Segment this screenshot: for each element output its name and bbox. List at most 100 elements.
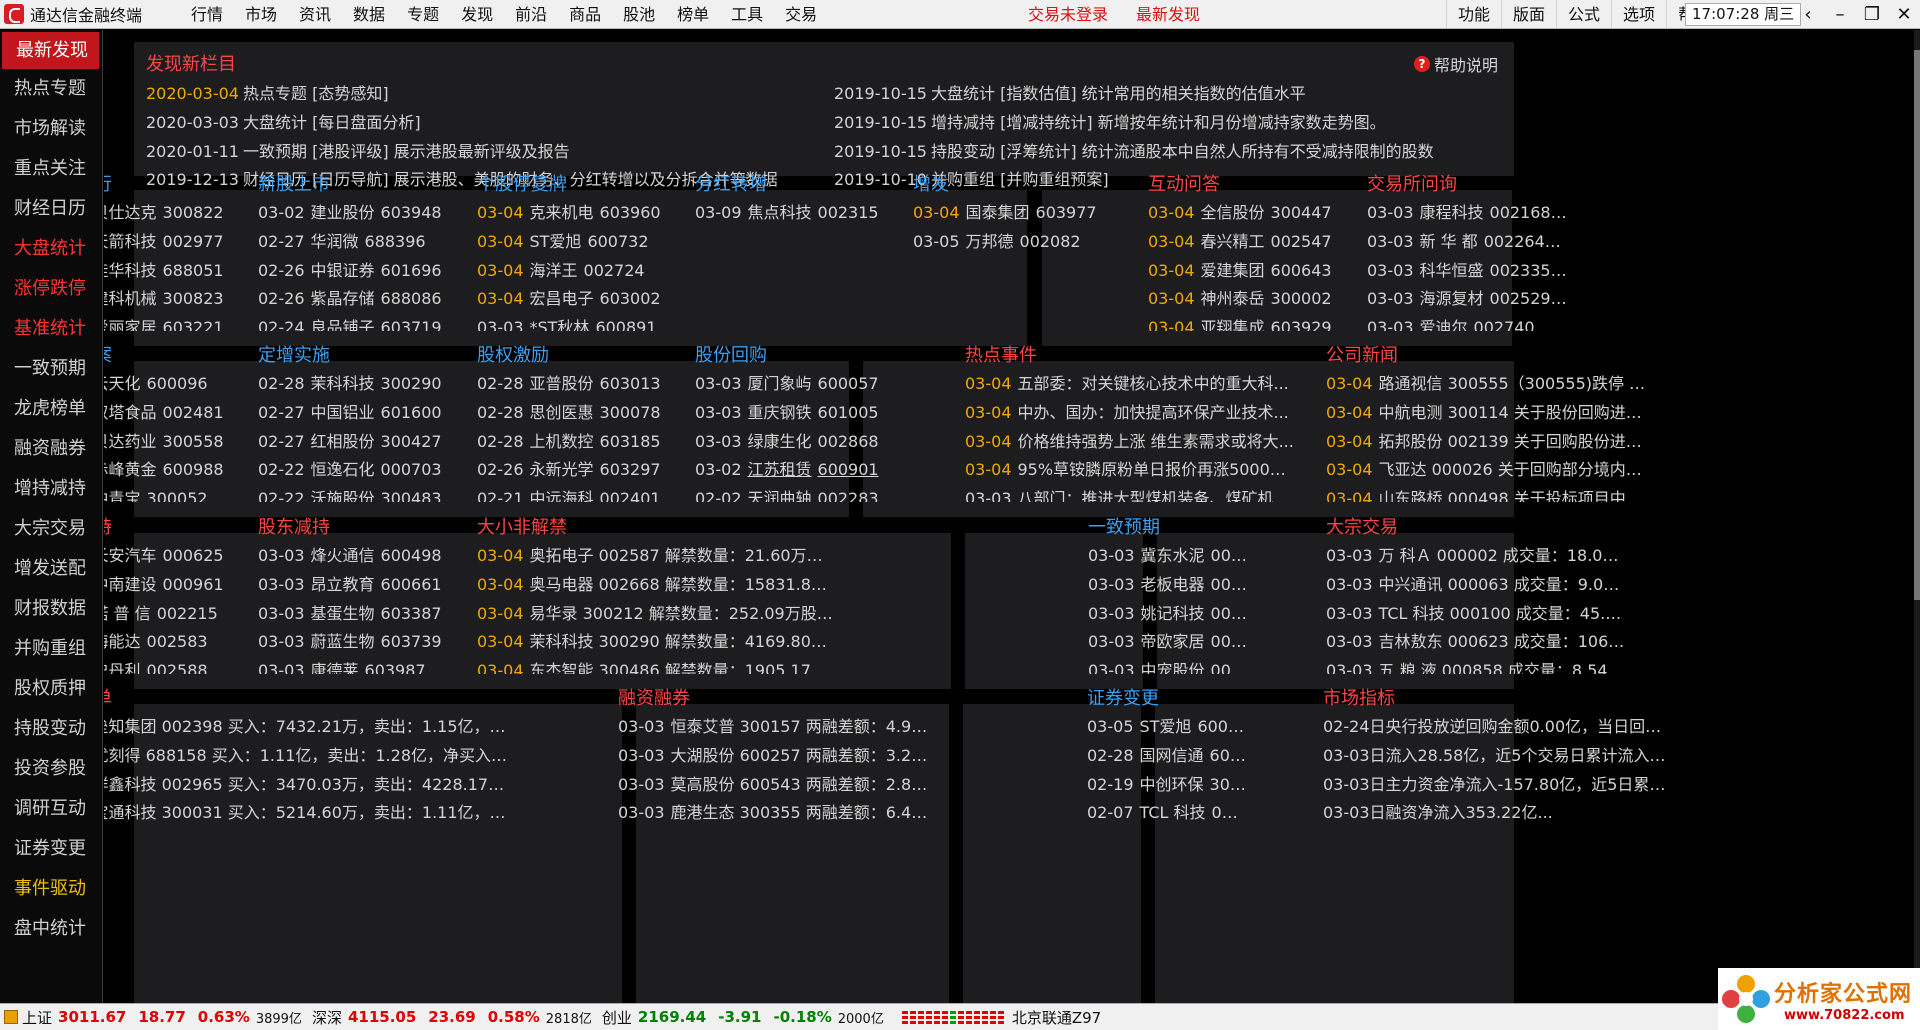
sidebar-item-2[interactable]: 市场解读 bbox=[0, 109, 102, 149]
list-item[interactable]: 02-19中创环保300056 bbox=[1087, 771, 1247, 800]
list-item[interactable]: 03-03爱迪尔002740关注函 bbox=[1367, 314, 1572, 331]
menu-item-9[interactable]: 榜单 bbox=[666, 0, 720, 29]
sidebar-item-22[interactable]: 盘中统计 bbox=[0, 909, 102, 949]
list-item[interactable]: 03-03 重庆钢铁 601005 bbox=[695, 399, 900, 428]
list-item[interactable]: 03-04 海洋王 002724 bbox=[477, 257, 682, 286]
close-icon[interactable]: ✕ bbox=[1888, 0, 1920, 29]
sidebar-item-18[interactable]: 投资参股 bbox=[0, 749, 102, 789]
discover-item[interactable]: 2020-03-04 热点专题 [态势感知] bbox=[146, 80, 826, 109]
section-title[interactable]: 增发 bbox=[913, 171, 1118, 199]
list-item[interactable]: 03-10佳华科技688051 bbox=[104, 257, 245, 286]
list-item[interactable]: 03-04 五部委：对关键核心技术中的重大科... bbox=[965, 370, 1295, 399]
list-item[interactable]: 03-04易华录 300212 解禁数量：252.09万股，原因：股权激励 bbox=[477, 600, 837, 629]
section-title[interactable]: 互动问答 bbox=[1148, 171, 1353, 199]
list-item[interactable]: 03-03帝欧家居002798 bbox=[1088, 628, 1248, 657]
section-title[interactable]: 融资融券 bbox=[618, 685, 936, 713]
list-item[interactable]: 03-03姚记科技002605 bbox=[1088, 600, 1248, 629]
right-menu-item-3[interactable]: 选项 bbox=[1611, 0, 1666, 29]
latest-discover-link[interactable]: 最新发现 bbox=[1136, 0, 1200, 29]
list-item[interactable]: 03-03优刻得 688158 买入：1.11亿，卖出：1.28亿，净买入：-1… bbox=[104, 742, 510, 771]
sidebar-item-13[interactable]: 增发送配 bbox=[0, 549, 102, 589]
list-item[interactable]: 02-24日央行投放逆回购金额0.00亿，当日回笼金额300... bbox=[1323, 713, 1673, 742]
list-item[interactable]: 03-04 价格维持强势上涨 维生素需求或将大... bbox=[965, 428, 1295, 457]
scrollbar-thumb[interactable] bbox=[1914, 50, 1920, 600]
section-title[interactable]: 龙虎榜单 bbox=[104, 685, 510, 713]
menu-item-5[interactable]: 发现 bbox=[450, 0, 504, 29]
sidebar-item-9[interactable]: 龙虎榜单 bbox=[0, 389, 102, 429]
list-item[interactable]: 03-04 全信股份 300447 bbox=[1148, 199, 1353, 228]
list-item[interactable]: 03-03 八部门：推进大型煤机装备、煤矿机... bbox=[965, 485, 1295, 502]
list-item[interactable]: 03-04 克来机电 603960 bbox=[477, 199, 682, 228]
sidebar-item-19[interactable]: 调研互动 bbox=[0, 789, 102, 829]
list-item[interactable]: 02-28国网信通600131 bbox=[1087, 742, 1247, 771]
menu-item-11[interactable]: 交易 bbox=[774, 0, 828, 29]
list-item[interactable]: 03-03康程科技002168问询函 bbox=[1367, 199, 1572, 228]
list-item[interactable]: 03-03 大湖股份 600257 两融差额：3.26亿 bbox=[618, 742, 936, 771]
sidebar-item-5[interactable]: 大盘统计 bbox=[0, 229, 102, 269]
section-title[interactable]: 一致预期 bbox=[1088, 514, 1248, 542]
list-item[interactable]: 02-22 恒逸石化 000703 bbox=[258, 456, 463, 485]
list-item[interactable]: 03-03 莫高股份 600543 两融差额：2.82亿 bbox=[618, 771, 936, 800]
sidebar-item-10[interactable]: 融资融券 bbox=[0, 429, 102, 469]
login-alert[interactable]: 交易未登录 bbox=[1028, 0, 1108, 29]
section-title[interactable]: 个股停复牌 bbox=[477, 171, 682, 199]
list-item[interactable]: 03-03科华恒盛002335关注函 bbox=[1367, 257, 1572, 286]
section-title[interactable]: 证券变更 bbox=[1087, 685, 1247, 713]
list-item[interactable]: 02-28 茉科科技 300290 bbox=[258, 370, 463, 399]
list-item[interactable]: 02-27 红相股份 300427 bbox=[258, 428, 463, 457]
list-item[interactable]: 03-04 95%草铵膦原粉单日报价再涨5000元... bbox=[965, 456, 1295, 485]
sidebar-item-4[interactable]: 财经日历 bbox=[0, 189, 102, 229]
right-menu-item-0[interactable]: 功能 bbox=[1446, 0, 1501, 29]
list-item[interactable]: 02-28 上机数控 603185 bbox=[477, 428, 682, 457]
menu-item-0[interactable]: 行情 bbox=[180, 0, 234, 29]
list-item[interactable]: 02-02 天润曲轴 002283 bbox=[695, 485, 900, 502]
connection-label[interactable]: 北京联通Z97 bbox=[1012, 1007, 1101, 1028]
list-item[interactable]: 03-04 山东路桥 000498 关于投标项目中标结果的公告 bbox=[1326, 485, 1656, 502]
list-item[interactable]: 03-03 冀东水泥 000401 bbox=[1088, 542, 1248, 571]
list-item[interactable]: 03-03 厦门象屿 600057 bbox=[695, 370, 900, 399]
sidebar-item-11[interactable]: 增持减持 bbox=[0, 469, 102, 509]
sidebar-item-16[interactable]: 股权质押 bbox=[0, 669, 102, 709]
list-item[interactable]: 03-02 江苏租赁 600901 bbox=[695, 456, 900, 485]
list-item[interactable]: 03-04 东杰智能 300486 解禁数量：1905.17万股，原因：非公开发行… bbox=[477, 657, 837, 674]
list-item[interactable]: 03-03宝通科技 300031 买入：5214.60万，卖出：1.11亿，净买… bbox=[104, 799, 510, 828]
list-item[interactable]: 03-03中兴通讯 000063 成交量：9.00万股，成交额... bbox=[1326, 571, 1626, 600]
list-item[interactable]: 03-03垒知集团 002398 买入：7432.21万，卖出：1.15亿，净买… bbox=[104, 713, 510, 742]
menu-item-4[interactable]: 专题 bbox=[396, 0, 450, 29]
discover-item[interactable]: 2019-10-15 持股变动 [浮筹统计] 统计流通股本中自然人所持有不受减持限… bbox=[834, 138, 1494, 167]
list-item[interactable]: 03-03 恒泰艾普 300157 两融差额：4.92亿 bbox=[618, 713, 936, 742]
list-item[interactable]: 03-04 路通视信 300555（300555)跌停 实控人拟减持... bbox=[1326, 370, 1656, 399]
vertical-scrollbar[interactable] bbox=[1914, 30, 1920, 1003]
list-item[interactable]: 03-09 焦点科技 002315 bbox=[695, 199, 900, 228]
list-item[interactable]: 03-03海源复材002529关注函 bbox=[1367, 285, 1572, 314]
section-title[interactable]: 交易所问询 bbox=[1367, 171, 1572, 199]
sidebar-item-1[interactable]: 热点专题 bbox=[0, 69, 102, 109]
list-item[interactable]: 03-03 *ST秋林 600891 bbox=[477, 314, 682, 331]
list-item[interactable]: 02-21 中远海科 002401 bbox=[477, 485, 682, 502]
section-title[interactable]: 定增实施 bbox=[258, 342, 463, 370]
list-item[interactable]: 02-27 中国铝业 601600 bbox=[258, 399, 463, 428]
list-item[interactable]: 03-04云天化600096 bbox=[104, 370, 245, 399]
list-item[interactable]: 03-04 奥拓电子 002587 解禁数量：21.60万股，原因：股权激励 bbox=[477, 542, 837, 571]
list-item[interactable]: 03-04 中办、国办：加快提高环保产业技术... bbox=[965, 399, 1295, 428]
list-item[interactable]: 02-24 良品铺子 603719 bbox=[258, 314, 463, 331]
list-item[interactable]: 03-04贝仕达克300822 bbox=[104, 199, 245, 228]
list-item[interactable]: 03-03日融资净流入353.22亿... bbox=[1323, 799, 1673, 828]
sh-label[interactable]: 上证 bbox=[22, 1007, 52, 1028]
cy-label[interactable]: 创业 bbox=[602, 1007, 632, 1028]
list-item[interactable]: 03-04贝达药业300558 bbox=[104, 428, 245, 457]
sidebar-item-6[interactable]: 涨停跌停 bbox=[0, 269, 102, 309]
section-title[interactable]: 定增预案 bbox=[104, 342, 245, 370]
list-item[interactable]: 02-26 中银证券 601696 bbox=[258, 257, 463, 286]
sidebar-item-7[interactable]: 基准统计 bbox=[0, 309, 102, 349]
discover-item[interactable]: 2019-10-15 大盘统计 [指数估值] 统计常用的相关指数的估值水平 bbox=[834, 80, 1494, 109]
list-item[interactable]: 02-28 亚普股份 603013 bbox=[477, 370, 682, 399]
menu-item-1[interactable]: 市场 bbox=[234, 0, 288, 29]
list-item[interactable]: 03-03 康德莱 603987 bbox=[258, 657, 463, 674]
list-item[interactable]: 03-04 春兴精工 002547 bbox=[1148, 228, 1353, 257]
discover-item[interactable]: 2020-01-11 一致预期 [港股评级] 展示港股最新评级及报告 bbox=[146, 138, 826, 167]
sidebar-item-14[interactable]: 财报数据 bbox=[0, 589, 102, 629]
sidebar-item-15[interactable]: 并购重组 bbox=[0, 629, 102, 669]
list-item[interactable]: 03-03吉林敖东 000623 成交量：106.42万股，成交... bbox=[1326, 628, 1626, 657]
list-item[interactable]: 03-03 鹿港生态 300355 两融差额：6.44亿 bbox=[618, 799, 936, 828]
